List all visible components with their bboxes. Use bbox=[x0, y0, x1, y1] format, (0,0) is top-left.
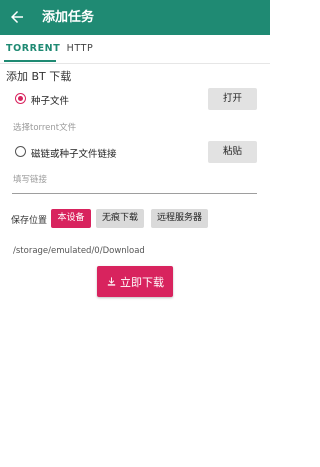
open-button[interactable]: 打开 bbox=[208, 88, 257, 110]
tab-bar: TORRENT HTTP bbox=[0, 35, 270, 64]
tab-http[interactable]: HTTP bbox=[62, 35, 98, 63]
arrow-back-icon[interactable] bbox=[8, 8, 26, 26]
paste-button[interactable]: 粘贴 bbox=[208, 141, 257, 163]
torrent-file-radio[interactable] bbox=[15, 93, 26, 104]
download-button-label: 立即下载 bbox=[120, 275, 164, 289]
link-input-underline bbox=[12, 193, 257, 194]
torrent-file-label: 种子文件 bbox=[31, 96, 70, 107]
magnet-link-radio[interactable] bbox=[15, 146, 26, 157]
torrent-file-input[interactable]: 选择torrent文件 bbox=[13, 121, 76, 133]
page-title: 添加任务 bbox=[42, 10, 95, 25]
link-input[interactable]: 填写链接 bbox=[13, 173, 47, 185]
download-icon bbox=[107, 277, 116, 286]
tab-indicator bbox=[4, 60, 56, 62]
section-title: 添加 BT 下载 bbox=[6, 70, 72, 83]
save-option-incognito[interactable]: 无痕下载 bbox=[96, 209, 144, 228]
save-path: /storage/emulated/0/Download bbox=[13, 246, 145, 256]
save-option-remote[interactable]: 远程服务器 bbox=[151, 209, 208, 228]
magnet-link-label: 磁链或种子文件链接 bbox=[31, 149, 117, 160]
save-option-device[interactable]: 本设备 bbox=[51, 209, 91, 228]
download-now-button[interactable]: 立即下载 bbox=[97, 266, 173, 297]
save-location-label: 保存位置 bbox=[11, 216, 48, 226]
tab-torrent[interactable]: TORRENT bbox=[6, 35, 60, 63]
app-bar: 添加任务 bbox=[0, 0, 270, 35]
